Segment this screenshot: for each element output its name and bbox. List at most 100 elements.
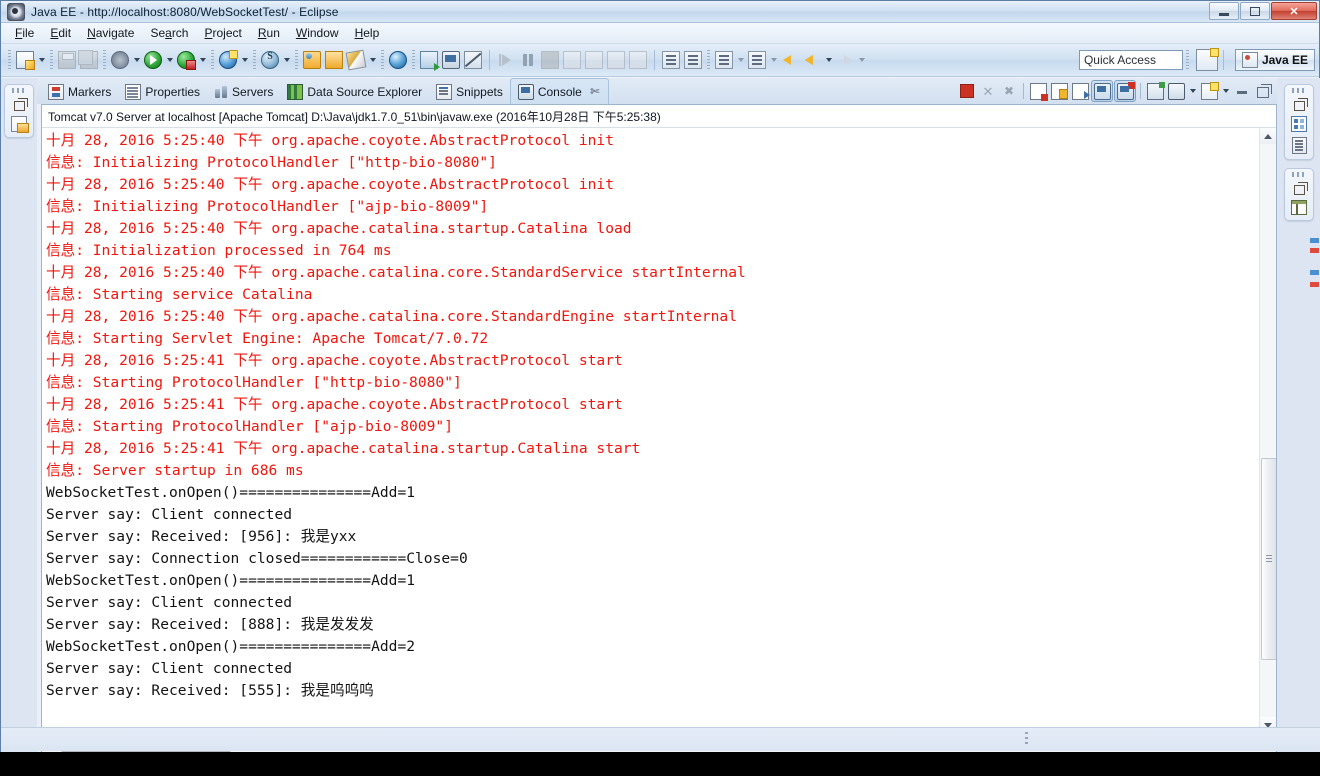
previous-annotation-button[interactable]: [682, 49, 704, 71]
new-session-bean-dropdown[interactable]: [281, 49, 292, 71]
terminate-button[interactable]: [539, 49, 561, 71]
display-selected-console-dropdown[interactable]: [1187, 80, 1198, 102]
toolbar-grip[interactable]: [707, 50, 710, 70]
open-console-button[interactable]: [1199, 81, 1219, 101]
forward-dropdown[interactable]: [856, 49, 867, 71]
back-dropdown[interactable]: [823, 49, 834, 71]
tab-console[interactable]: Console ✄: [509, 78, 609, 104]
next-annotation-button[interactable]: [660, 49, 682, 71]
run-button[interactable]: [142, 49, 164, 71]
clear-console-button[interactable]: [1028, 81, 1048, 101]
resume-button[interactable]: [495, 49, 517, 71]
back-history-button[interactable]: [779, 49, 801, 71]
menu-item-window[interactable]: Window: [288, 24, 347, 42]
show-console-on-error-button[interactable]: [1114, 80, 1136, 102]
tab-properties[interactable]: Properties: [118, 80, 207, 104]
step-into-button[interactable]: [583, 49, 605, 71]
toolbar-grip[interactable]: [253, 50, 256, 70]
search-button[interactable]: [418, 49, 440, 71]
step-return-button[interactable]: [627, 49, 649, 71]
maximize-view-button[interactable]: [1253, 81, 1273, 101]
toolbar-grip[interactable]: [381, 50, 384, 70]
last-edit-location-button[interactable]: [713, 49, 735, 71]
menu-item-help[interactable]: Help: [347, 24, 388, 42]
save-all-button[interactable]: [78, 49, 100, 71]
forward-button[interactable]: [834, 49, 856, 71]
suspend-button[interactable]: [517, 49, 539, 71]
outline-icon[interactable]: [1291, 116, 1307, 132]
restore-icon[interactable]: [1293, 98, 1308, 111]
console-button[interactable]: [440, 49, 462, 71]
display-selected-console-button[interactable]: [1166, 81, 1186, 101]
remove-all-terminated-button[interactable]: [999, 81, 1019, 101]
last-edit-dropdown[interactable]: [735, 49, 746, 71]
show-console-on-output-button[interactable]: [1091, 80, 1113, 102]
rail-drag-handle[interactable]: [12, 88, 26, 93]
back-button[interactable]: [801, 49, 823, 71]
menu-item-edit[interactable]: Edit: [42, 24, 79, 42]
tab-snippets[interactable]: Snippets: [429, 80, 510, 104]
servers-view-icon[interactable]: [1291, 200, 1307, 215]
new-web-project-dropdown[interactable]: [239, 49, 250, 71]
quick-access-input[interactable]: Quick Access: [1078, 50, 1183, 70]
close-button[interactable]: ✕: [1271, 2, 1317, 20]
run-on-server-dropdown[interactable]: [197, 49, 208, 71]
remove-launch-button[interactable]: [978, 81, 998, 101]
scroll-thumb[interactable]: [1261, 458, 1276, 660]
scroll-up-button[interactable]: [1260, 128, 1276, 144]
scroll-lock-button[interactable]: [1049, 81, 1069, 101]
open-web-browser-button[interactable]: [387, 49, 409, 71]
toolbar-grip[interactable]: [50, 50, 53, 70]
task-list-icon[interactable]: [1291, 137, 1307, 154]
disconnect-button[interactable]: [561, 49, 583, 71]
minimize-button[interactable]: [1209, 2, 1239, 20]
toolbar-grip[interactable]: [295, 50, 298, 70]
project-explorer-icon[interactable]: [11, 116, 29, 133]
status-grip[interactable]: [1025, 732, 1028, 746]
toolbar-grip[interactable]: [211, 50, 214, 70]
maximize-button[interactable]: [1240, 2, 1270, 20]
tab-servers[interactable]: Servers: [207, 80, 280, 104]
console-vertical-scrollbar[interactable]: [1259, 128, 1276, 733]
new-session-bean-button[interactable]: [259, 49, 281, 71]
debug-button[interactable]: [109, 49, 131, 71]
debug-dropdown[interactable]: [131, 49, 142, 71]
show-source-button[interactable]: [746, 49, 768, 71]
toolbar-grip[interactable]: [8, 50, 11, 70]
rail-drag-handle[interactable]: [1292, 172, 1306, 177]
menu-item-navigate[interactable]: Navigate: [79, 24, 142, 42]
menu-item-run[interactable]: Run: [250, 24, 288, 42]
external-tools-dropdown[interactable]: [367, 49, 378, 71]
new-web-project-button[interactable]: [217, 49, 239, 71]
terminate-button[interactable]: [957, 81, 977, 101]
console-output-area[interactable]: 十月 28, 2016 5:25:40 下午 org.apache.coyote…: [42, 128, 1276, 733]
open-perspective-button[interactable]: [1195, 48, 1219, 71]
no-marker-button[interactable]: [462, 49, 484, 71]
console-text[interactable]: 十月 28, 2016 5:25:40 下午 org.apache.coyote…: [46, 130, 1252, 733]
external-tools-button[interactable]: [345, 49, 367, 71]
new-wizard-dropdown[interactable]: [36, 49, 47, 71]
restore-icon[interactable]: [13, 98, 28, 111]
open-resource-button[interactable]: [323, 49, 345, 71]
toolbar-grip[interactable]: [103, 50, 106, 70]
menu-item-project[interactable]: Project: [196, 24, 249, 42]
open-console-dropdown[interactable]: [1220, 80, 1231, 102]
marker-overview-ruler[interactable]: [1307, 238, 1319, 388]
minimize-view-button[interactable]: [1232, 81, 1252, 101]
close-icon[interactable]: ✄: [589, 86, 601, 98]
menu-item-search[interactable]: Search: [142, 24, 196, 42]
save-button[interactable]: [56, 49, 78, 71]
new-wizard-button[interactable]: [14, 49, 36, 71]
run-on-server-button[interactable]: [175, 49, 197, 71]
word-wrap-button[interactable]: [1070, 81, 1090, 101]
rail-drag-handle[interactable]: [1292, 88, 1306, 93]
toolbar-grip[interactable]: [1185, 50, 1189, 70]
perspective-java-ee[interactable]: Java EE: [1234, 49, 1315, 71]
pin-console-button[interactable]: [1145, 81, 1165, 101]
tab-markers[interactable]: Markers: [41, 80, 118, 104]
show-source-dropdown[interactable]: [768, 49, 779, 71]
run-dropdown[interactable]: [164, 49, 175, 71]
menu-item-file[interactable]: File: [7, 24, 42, 42]
open-type-button[interactable]: [301, 49, 323, 71]
step-over-button[interactable]: [605, 49, 627, 71]
